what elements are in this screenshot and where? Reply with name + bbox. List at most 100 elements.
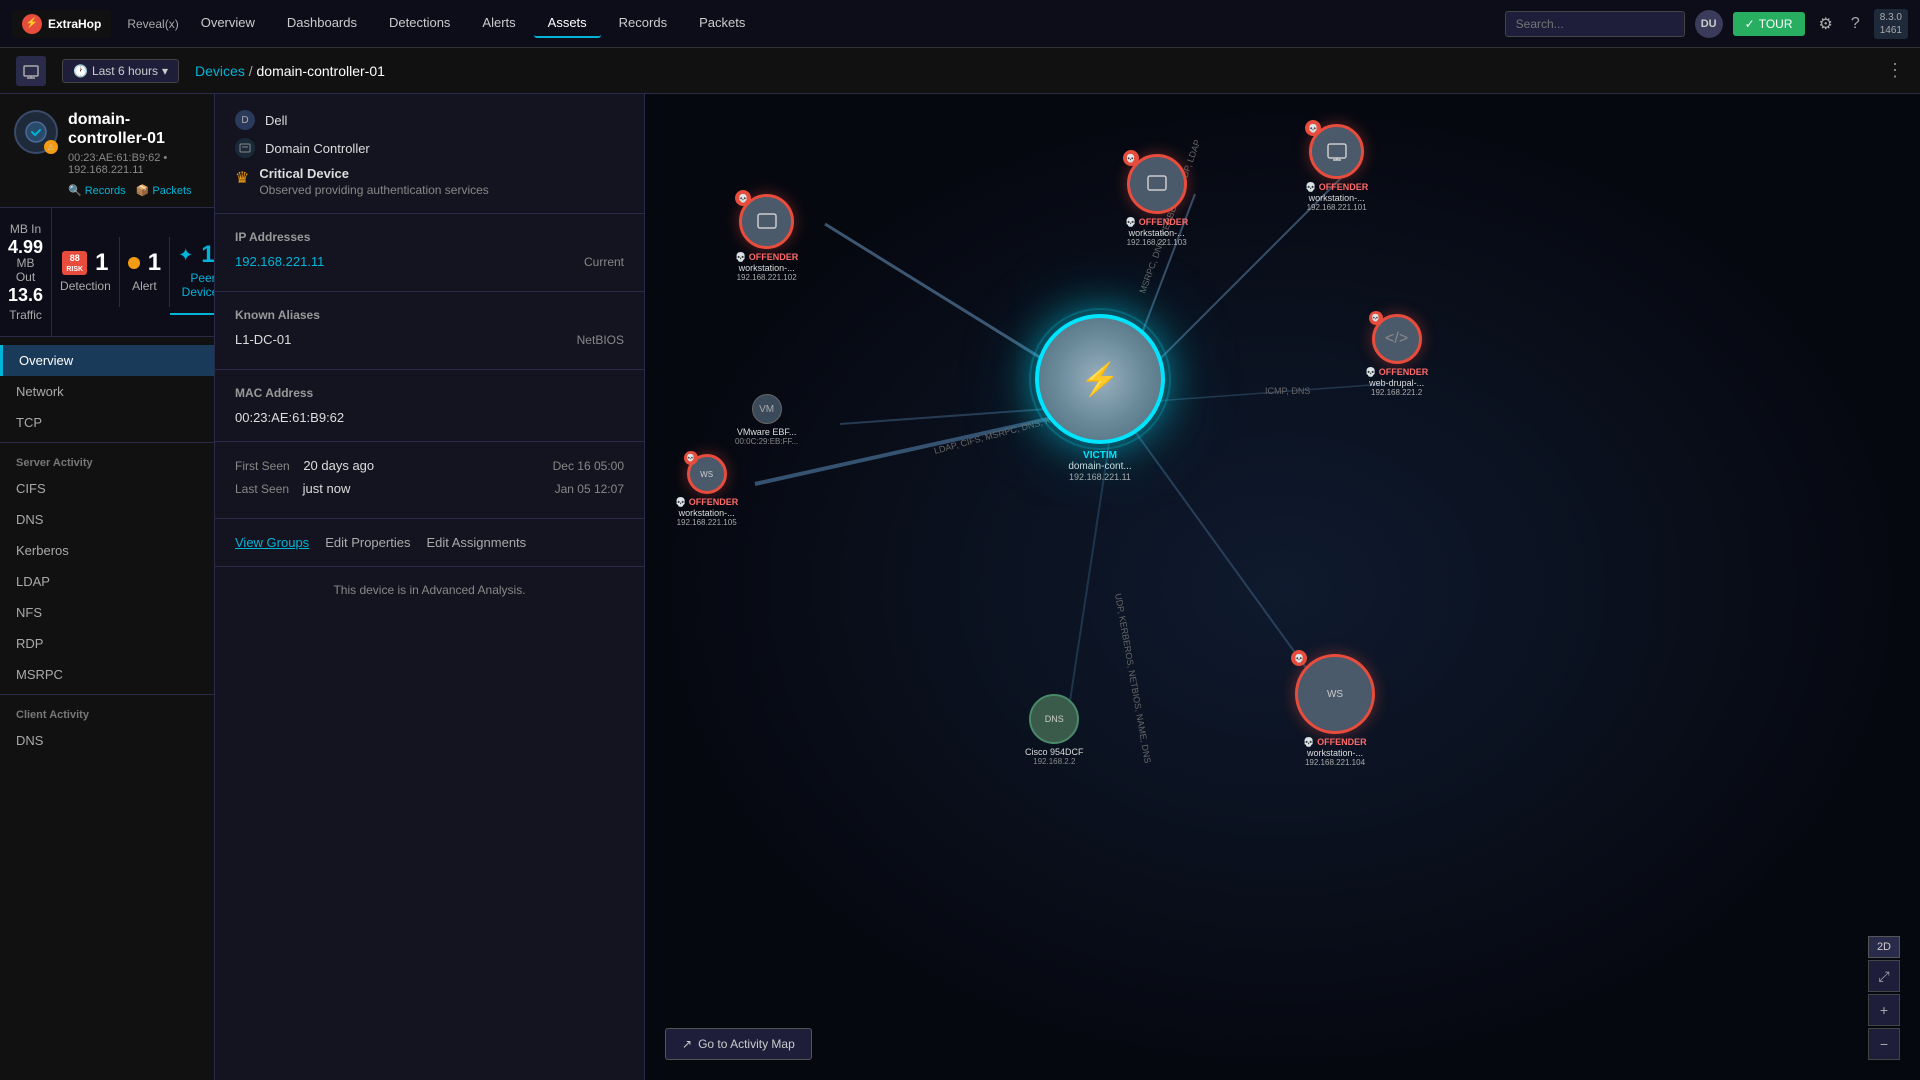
zoom-out-button[interactable]: − — [1868, 1028, 1900, 1060]
detection-stat[interactable]: 88RISK 1 Detection — [52, 237, 120, 307]
ip-section-title: IP Addresses — [235, 230, 624, 244]
role-icon — [235, 138, 255, 158]
peer-devices-icon: ✦ — [178, 245, 193, 266]
version-badge: 8.3.0 1461 — [1874, 9, 1908, 39]
top-navigation: ⚡ ExtraHop Reveal(x) Overview Dashboards… — [0, 0, 1920, 48]
vmware-node[interactable]: VM VMware EBF... 00:0C:29:EB:FF... — [735, 394, 798, 446]
first-seen-value: 20 days ago — [303, 458, 374, 473]
client-activity-section-title: Client Activity — [0, 699, 214, 725]
breadcrumb-current: domain-controller-01 — [257, 63, 385, 79]
packets-icon: 📦 — [136, 184, 150, 197]
aliases-title: Known Aliases — [235, 308, 624, 322]
crown-icon: ♛ — [235, 168, 249, 188]
offender-ws101-name: workstation-... — [1305, 193, 1368, 203]
sidebar-item-client-dns[interactable]: DNS — [0, 725, 214, 756]
ip-status: Current — [584, 255, 624, 269]
nav-packets[interactable]: Packets — [685, 9, 759, 38]
aliases-section: Known Aliases L1-DC-01 NetBIOS — [215, 292, 644, 370]
nav-overview[interactable]: Overview — [187, 9, 269, 38]
alert-stat[interactable]: 1 Alert — [120, 237, 170, 307]
ip-value[interactable]: 192.168.221.11 — [235, 254, 324, 269]
offender-node-ws102[interactable]: 💀 💀 OFFENDER workstation-... 192.168.221… — [735, 194, 798, 282]
alias-type: NetBIOS — [577, 333, 624, 347]
sidebar-item-overview[interactable]: Overview — [0, 345, 214, 376]
toolbar-bar: 🕐 Last 6 hours ▾ Devices / domain-contro… — [0, 48, 1920, 94]
offender-node-drupal[interactable]: </> 💀 💀 OFFENDER web-drupal-... 192.168.… — [1365, 314, 1428, 397]
activity-map[interactable]: LDAP, CIFS, MSRPC, DNS, KERBEROS, UDP MS… — [645, 94, 1920, 1080]
breadcrumb: Devices / domain-controller-01 — [195, 63, 385, 79]
search-input[interactable] — [1505, 11, 1685, 37]
nav-records[interactable]: Records — [605, 9, 681, 38]
zoom-in-button[interactable]: + — [1868, 994, 1900, 1026]
last-seen-label: Last Seen — [235, 482, 289, 496]
sidebar-item-tcp[interactable]: TCP — [0, 407, 214, 438]
breadcrumb-parent[interactable]: Devices — [195, 63, 245, 79]
offender-node-ws104[interactable]: WS 💀 💀 OFFENDER workstation-... 192.168.… — [1295, 654, 1375, 767]
records-link[interactable]: 🔍 Records — [68, 184, 126, 197]
peer-devices-stat[interactable]: ✦ 10 Peer Devices — [170, 229, 215, 315]
last-seen-value: just now — [303, 481, 351, 496]
last-seen-date: Jan 05 12:07 — [555, 482, 624, 496]
external-link-icon: ↗ — [682, 1037, 692, 1051]
stats-row: MB In 4.99 MB Out 13.6 Traffic 88RISK 1 … — [0, 208, 214, 337]
victim-node[interactable]: ⚡ VICTIM domain-cont... 192.168.221.11 — [1035, 314, 1165, 482]
sidebar-item-msrpc[interactable]: MSRPC — [0, 659, 214, 690]
sidebar-item-network[interactable]: Network — [0, 376, 214, 407]
expand-map-button[interactable]: ⤢ — [1868, 960, 1900, 992]
offender-node-ws105[interactable]: WS 💀 💀 OFFENDER workstation-... 192.168.… — [675, 454, 738, 527]
svg-text:UDP, KERBEROS, NETBIOS, NAME,: UDP, KERBEROS, NETBIOS, NAME, DNS — [1113, 593, 1153, 764]
victim-ip: 192.168.221.11 — [1068, 472, 1131, 482]
nav-detections[interactable]: Detections — [375, 9, 464, 38]
nav-assets[interactable]: Assets — [534, 9, 601, 38]
logo-area[interactable]: ⚡ ExtraHop — [12, 10, 111, 38]
device-type-icon — [16, 56, 46, 86]
sidebar-item-nfs[interactable]: NFS — [0, 597, 214, 628]
device-role: Domain Controller — [265, 141, 370, 156]
traffic-stat[interactable]: MB In 4.99 MB Out 13.6 Traffic — [0, 208, 52, 336]
middle-panel: D Dell Domain Controller ♛ Critical Devi… — [215, 94, 645, 1080]
offender-node-ws101[interactable]: 💀 💀 OFFENDER workstation-... 192.168.221… — [1305, 124, 1368, 212]
time-range-selector[interactable]: 🕐 Last 6 hours ▾ — [62, 59, 179, 83]
device-header: ⚠ domain-controller-01 00:23:AE:61:B9:62… — [0, 94, 214, 208]
2d-toggle-button[interactable]: 2D — [1868, 936, 1900, 958]
svg-text:ICMP, DNS: ICMP, DNS — [1265, 386, 1310, 396]
settings-icon[interactable]: ⚙ — [1815, 10, 1837, 38]
activity-map-panel: LDAP, CIFS, MSRPC, DNS, KERBEROS, UDP MS… — [645, 94, 1920, 1080]
sidebar-item-rdp[interactable]: RDP — [0, 628, 214, 659]
chevron-down-icon: ▾ — [162, 64, 168, 78]
device-name: domain-controller-01 — [68, 110, 200, 148]
packets-link[interactable]: 📦 Packets — [136, 184, 192, 197]
victim-label: VICTIM — [1068, 450, 1131, 461]
device-icon: ⚠ — [14, 110, 58, 154]
device-badge: ⚠ — [44, 140, 58, 154]
sidebar-item-dns[interactable]: DNS — [0, 504, 214, 535]
nav-alerts[interactable]: Alerts — [468, 9, 529, 38]
offender-ws101-label: 💀 OFFENDER — [1305, 182, 1368, 193]
sidebar-item-ldap[interactable]: LDAP — [0, 566, 214, 597]
first-seen-label: First Seen — [235, 459, 290, 473]
risk-score-badge: 88RISK — [62, 251, 87, 275]
cisco-node[interactable]: DNS Cisco 954DCF 192.168.2.2 — [1025, 694, 1084, 766]
alias-row: L1-DC-01 NetBIOS — [235, 332, 624, 347]
alias-value: L1-DC-01 — [235, 332, 291, 347]
offender-ws101-ip: 192.168.221.101 — [1305, 203, 1368, 212]
edit-assignments-link[interactable]: Edit Assignments — [426, 535, 526, 550]
more-options-icon[interactable]: ⋮ — [1886, 60, 1904, 81]
nav-dashboards[interactable]: Dashboards — [273, 9, 371, 38]
ip-section: IP Addresses 192.168.221.11 Current — [215, 214, 644, 292]
extrahop-logo-icon: ⚡ — [22, 14, 42, 34]
view-groups-link[interactable]: View Groups — [235, 535, 309, 550]
vendor-row: D Dell — [235, 110, 624, 130]
main-nav: Overview Dashboards Detections Alerts As… — [187, 9, 1497, 38]
first-seen-date: Dec 16 05:00 — [553, 459, 624, 473]
tour-button[interactable]: ✓ TOUR — [1733, 12, 1805, 36]
sidebar-item-cifs[interactable]: CIFS — [0, 473, 214, 504]
edit-properties-link[interactable]: Edit Properties — [325, 535, 410, 550]
goto-activity-map-button[interactable]: ↗ Go to Activity Map — [665, 1028, 812, 1060]
user-avatar[interactable]: DU — [1695, 10, 1723, 38]
sidebar-item-kerberos[interactable]: Kerberos — [0, 535, 214, 566]
help-icon[interactable]: ? — [1847, 11, 1864, 37]
offender-node-ws103[interactable]: 💀 💀 OFFENDER workstation-... 192.168.221… — [1125, 154, 1188, 247]
nav-right-area: DU ✓ TOUR ⚙ ? 8.3.0 1461 — [1505, 9, 1908, 39]
vendor-icon: D — [235, 110, 255, 130]
